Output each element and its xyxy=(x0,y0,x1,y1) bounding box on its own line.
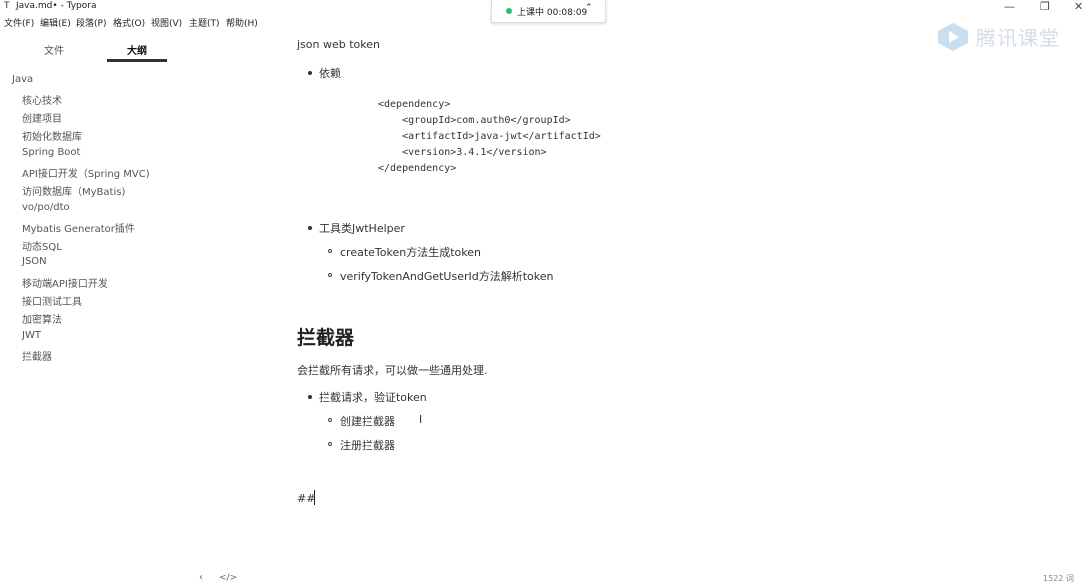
sub-bullet-icon xyxy=(328,442,332,446)
list-item: 注册拦截器 xyxy=(340,439,395,452)
sub-bullet-icon xyxy=(328,249,332,253)
list-item: 创建拦截器 xyxy=(340,415,395,428)
tencent-classroom-watermark: 腾讯课堂 xyxy=(936,20,1066,54)
sidebar: 文件 大纲 Java 核心技术 创建项目 初始化数据库 Spring Boot … xyxy=(0,34,210,587)
outline-item[interactable]: API接口开发（Spring MVC) xyxy=(22,165,150,180)
outline-item[interactable]: JSON xyxy=(22,256,47,267)
menu-edit[interactable]: 编辑(E) xyxy=(40,16,71,29)
code-line: <artifactId>java-jwt</artifactId> xyxy=(378,131,601,142)
text-caret xyxy=(314,490,315,505)
tab-files[interactable]: 文件 xyxy=(44,42,64,57)
word-count[interactable]: 1522 词 xyxy=(1043,573,1074,584)
source-code-mode-icon[interactable]: </> xyxy=(219,573,237,583)
menu-file[interactable]: 文件(F) xyxy=(4,16,34,29)
menu-help[interactable]: 帮助(H) xyxy=(226,16,258,29)
code-line: <dependency> xyxy=(378,99,451,110)
outline-item[interactable]: 创建项目 xyxy=(22,110,62,125)
bullet-icon xyxy=(308,395,312,399)
outline-item[interactable]: 访问数据库（MyBatis) xyxy=(22,183,125,198)
outline-item[interactable]: 加密算法 xyxy=(22,311,62,326)
paragraph: 会拦截所有请求，可以做一些通用处理. xyxy=(297,364,488,377)
live-status-icon xyxy=(506,8,512,14)
chevron-left-icon[interactable]: ‹ xyxy=(199,572,203,583)
list-item: createToken方法生成token xyxy=(340,246,481,259)
outline-item[interactable]: vo/po/dto xyxy=(22,202,70,213)
menu-format[interactable]: 格式(O) xyxy=(113,16,145,29)
tab-outline[interactable]: 大纲 xyxy=(127,42,147,57)
class-status-text: 上课中 00:08:09 xyxy=(517,8,588,18)
outline-item[interactable]: 初始化数据库 xyxy=(22,128,82,143)
sub-bullet-icon xyxy=(328,418,332,422)
list-item: 工具类JwtHelper xyxy=(319,222,405,235)
minimize-icon[interactable]: — xyxy=(1004,0,1015,15)
outline-item[interactable]: 移动端API接口开发 xyxy=(22,275,108,290)
class-status-pill[interactable]: 上课中 00:08:09 ⌃ xyxy=(491,0,606,23)
code-line: <version>3.4.1</version> xyxy=(378,147,547,158)
outline-item-root[interactable]: Java xyxy=(12,74,33,85)
menu-paragraph[interactable]: 段落(P) xyxy=(76,16,106,29)
typora-app-icon: T xyxy=(4,1,10,11)
bullet-icon xyxy=(308,226,312,230)
outline-item[interactable]: Spring Boot xyxy=(22,147,80,158)
outline-item[interactable]: 拦截器 xyxy=(22,348,52,363)
chevron-up-icon[interactable]: ⌃ xyxy=(585,3,593,13)
code-line: </dependency> xyxy=(378,163,457,174)
sub-bullet-icon xyxy=(328,273,332,277)
tencent-classroom-logo-icon xyxy=(938,23,968,51)
menu-theme[interactable]: 主题(T) xyxy=(189,16,220,29)
typing-line: ## xyxy=(297,492,316,505)
menu-view[interactable]: 视图(V) xyxy=(151,16,182,29)
code-line: <groupId>com.auth0</groupId> xyxy=(378,115,571,126)
window-title: Java.md• - Typora xyxy=(16,1,97,11)
heading: 拦截器 xyxy=(297,327,355,349)
restore-icon[interactable]: ❐ xyxy=(1040,0,1050,15)
list-item: 依赖 xyxy=(319,67,341,80)
bullet-icon xyxy=(308,71,312,75)
list-item: 拦截请求，验证token xyxy=(319,391,427,404)
paragraph: json web token xyxy=(297,38,380,51)
outline-item[interactable]: 核心技术 xyxy=(22,92,62,107)
mouse-ibeam-cursor-icon: I xyxy=(419,413,423,426)
list-item: verifyTokenAndGetUserId方法解析token xyxy=(340,270,554,283)
outline-item[interactable]: Mybatis Generator插件 xyxy=(22,220,135,235)
outline-item[interactable]: JWT xyxy=(22,330,41,341)
outline-item[interactable]: 动态SQL xyxy=(22,238,62,253)
watermark-text: 腾讯课堂 xyxy=(976,26,1060,50)
outline-item[interactable]: 接口测试工具 xyxy=(22,293,82,308)
active-tab-indicator xyxy=(107,59,167,62)
close-icon[interactable]: ✕ xyxy=(1074,0,1083,15)
